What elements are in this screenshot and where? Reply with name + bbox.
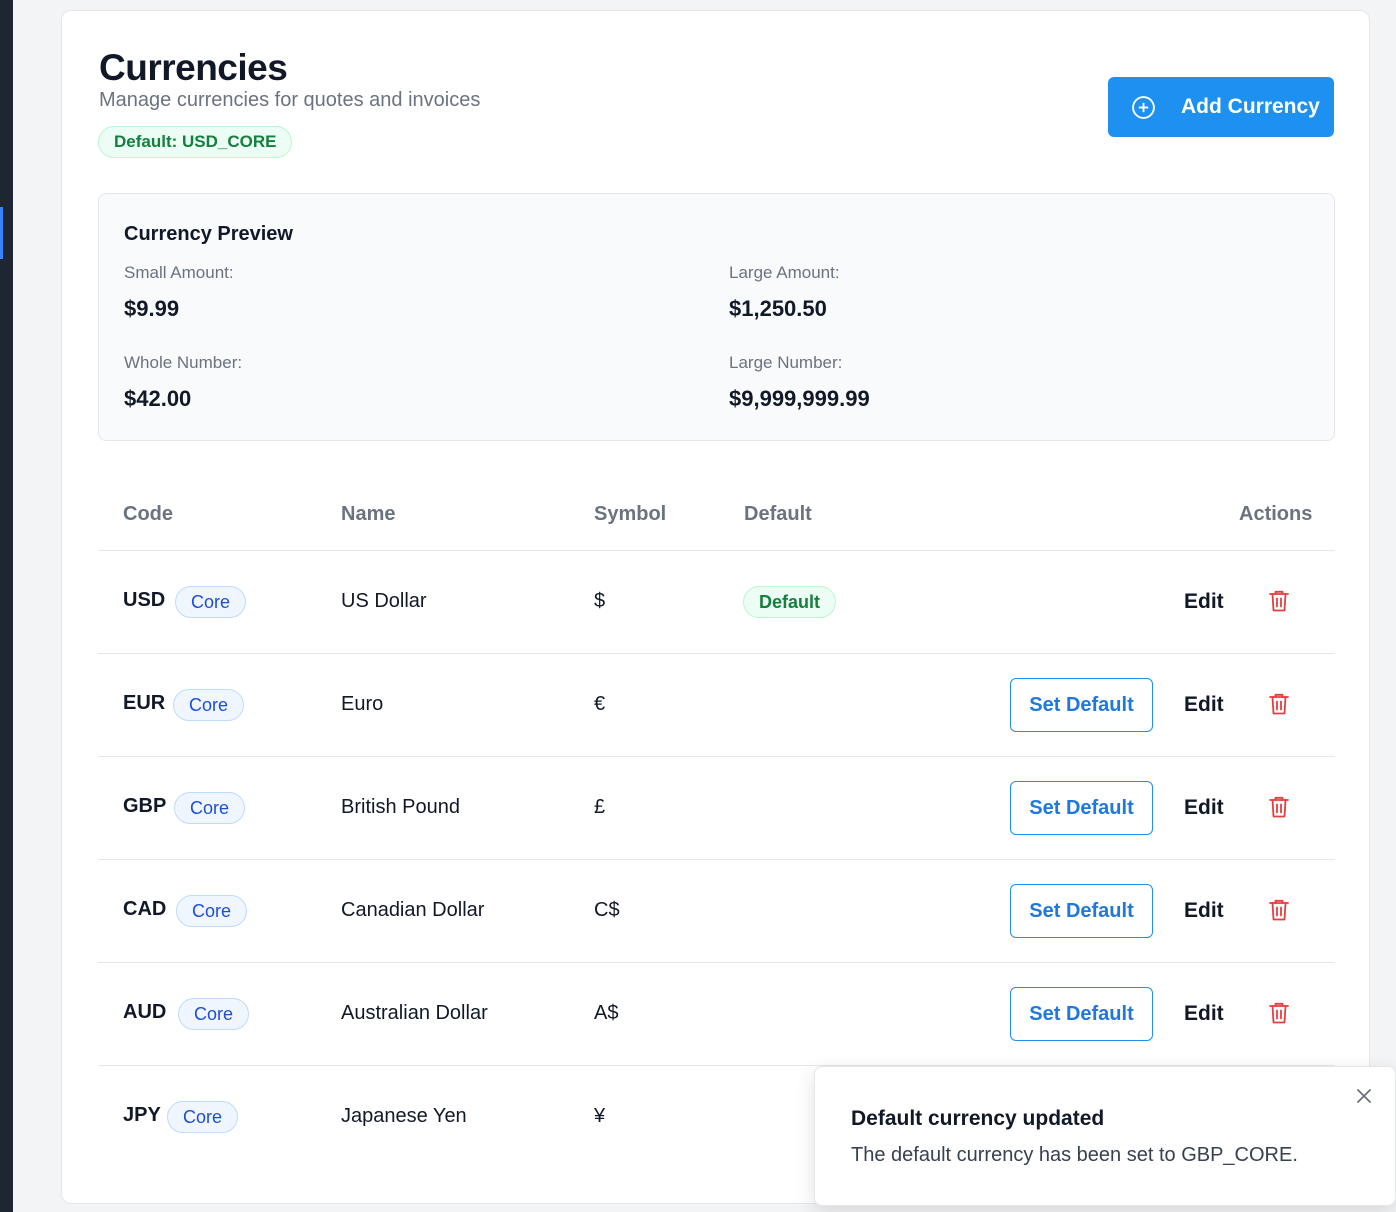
edit-button[interactable]: Edit	[1184, 899, 1224, 923]
large-amount-label: Large Amount:	[729, 263, 840, 282]
currency-name: British Pound	[341, 796, 460, 818]
trash-icon[interactable]	[1268, 795, 1290, 819]
trash-icon[interactable]	[1268, 692, 1290, 716]
default-currency-badge: Default: USD_CORE	[98, 126, 293, 158]
currency-symbol: ¥	[594, 1105, 606, 1127]
currency-name: Australian Dollar	[341, 1002, 488, 1024]
edit-button[interactable]: Edit	[1184, 693, 1224, 717]
table-row: GBP Core British Pound £ Set Default Edi…	[98, 757, 1335, 860]
add-currency-button[interactable]: Add Currency	[1108, 77, 1334, 137]
set-default-button[interactable]: Set Default	[1010, 781, 1153, 835]
trash-icon[interactable]	[1268, 589, 1290, 613]
large-amount-value: $1,250.50	[729, 296, 827, 321]
column-header-actions: Actions	[1239, 503, 1313, 525]
table-row: CAD Core Canadian Dollar C$ Set Default …	[98, 860, 1335, 963]
small-amount-value: $9.99	[124, 296, 180, 321]
core-badge: Core	[176, 895, 248, 927]
currency-symbol: €	[594, 693, 606, 715]
core-badge: Core	[174, 792, 246, 824]
table-header: Code Name Symbol Default Actions	[98, 481, 1335, 551]
table-row: AUD Core Australian Dollar A$ Set Defaul…	[98, 963, 1335, 1066]
column-header-code: Code	[123, 503, 173, 525]
whole-number-label: Whole Number:	[124, 353, 243, 372]
sidebar	[0, 0, 13, 1212]
currency-code: CAD	[123, 898, 167, 920]
table-row: USD Core US Dollar $ Default Edit	[98, 551, 1335, 654]
currency-code: GBP	[123, 795, 167, 817]
currency-name: Japanese Yen	[341, 1105, 467, 1127]
add-currency-label: Add Currency	[1181, 95, 1320, 118]
preview-title: Currency Preview	[124, 223, 293, 245]
edit-button[interactable]: Edit	[1184, 590, 1224, 614]
core-badge: Core	[167, 1101, 239, 1133]
sidebar-active-indicator	[0, 207, 3, 259]
edit-button[interactable]: Edit	[1184, 796, 1224, 820]
trash-icon[interactable]	[1268, 898, 1290, 922]
default-status-badge: Default	[743, 586, 837, 618]
currency-name: US Dollar	[341, 590, 427, 612]
column-header-name: Name	[341, 503, 396, 525]
core-badge: Core	[178, 998, 250, 1030]
column-header-default: Default	[744, 503, 812, 525]
currency-preview: Currency Preview Small Amount: $9.99 Lar…	[98, 193, 1335, 441]
column-header-symbol: Symbol	[594, 503, 667, 525]
currency-symbol: A$	[594, 1002, 619, 1024]
set-default-button[interactable]: Set Default	[1010, 678, 1153, 732]
currencies-card: Currencies Manage currencies for quotes …	[61, 10, 1370, 1204]
toast-message: The default currency has been set to GBP…	[851, 1144, 1298, 1166]
close-icon[interactable]	[1355, 1087, 1373, 1105]
currency-symbol: $	[594, 590, 606, 612]
toast-notification: Default currency updated The default cur…	[814, 1066, 1396, 1206]
set-default-button[interactable]: Set Default	[1010, 987, 1153, 1041]
currency-code: EUR	[123, 692, 166, 714]
large-number-value: $9,999,999.99	[729, 386, 870, 411]
page-subtitle: Manage currencies for quotes and invoice…	[99, 89, 481, 111]
large-number-label: Large Number:	[729, 353, 843, 372]
table-row: EUR Core Euro € Set Default Edit	[98, 654, 1335, 757]
small-amount-label: Small Amount:	[124, 263, 234, 282]
currency-code: JPY	[123, 1104, 161, 1126]
currency-symbol: £	[594, 796, 606, 818]
currency-name: Euro	[341, 693, 384, 715]
currency-name: Canadian Dollar	[341, 899, 485, 921]
whole-number-value: $42.00	[124, 386, 192, 411]
set-default-button[interactable]: Set Default	[1010, 884, 1153, 938]
currency-code: AUD	[123, 1001, 167, 1023]
core-badge: Core	[175, 586, 247, 618]
plus-circle-icon	[1132, 96, 1155, 119]
core-badge: Core	[173, 689, 245, 721]
currency-symbol: C$	[594, 899, 620, 921]
edit-button[interactable]: Edit	[1184, 1002, 1224, 1026]
currency-code: USD	[123, 589, 166, 611]
toast-title: Default currency updated	[851, 1107, 1105, 1130]
page-title: Currencies	[99, 47, 288, 88]
trash-icon[interactable]	[1268, 1001, 1290, 1025]
